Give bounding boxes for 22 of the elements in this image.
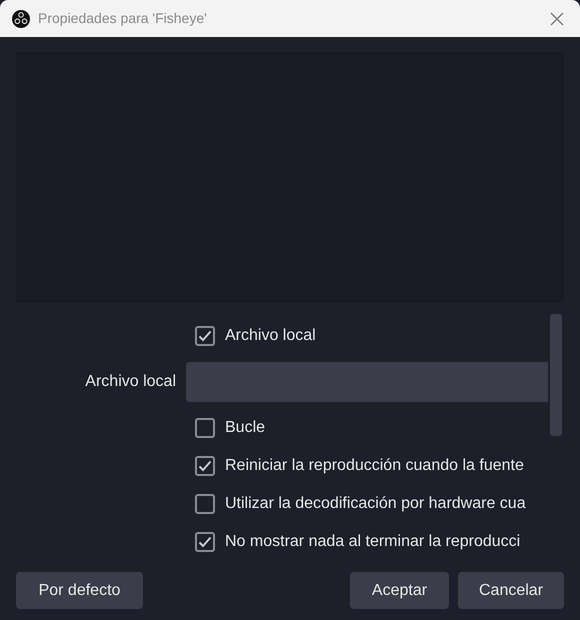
checkbox[interactable]	[195, 326, 215, 346]
checkmark-icon	[198, 536, 212, 548]
scrollbar-thumb[interactable]	[550, 314, 562, 436]
checkmark-icon	[198, 460, 212, 472]
cancel-button[interactable]: Cancelar	[458, 572, 564, 609]
checkbox[interactable]	[195, 494, 215, 514]
checkbox-label: Reiniciar la reproducción cuando la fuente	[225, 456, 524, 476]
defaults-button[interactable]: Por defecto	[16, 572, 143, 609]
app-logo-icon	[12, 10, 30, 28]
checkbox[interactable]	[195, 532, 215, 552]
close-icon[interactable]	[550, 12, 564, 26]
checkbox[interactable]	[195, 456, 215, 476]
field-label: Archivo local	[84, 372, 177, 392]
checkbox-label: Archivo local	[225, 326, 316, 346]
window-title: Propiedades para 'Fisheye'	[38, 9, 208, 28]
checkbox-label: No mostrar nada al terminar la reproducci	[225, 532, 520, 552]
ok-button[interactable]: Aceptar	[350, 572, 449, 609]
checkbox-label: Bucle	[225, 418, 266, 438]
checkmark-icon	[198, 330, 212, 342]
checkbox-label: Utilizar la decodificación por hardware cua	[225, 494, 526, 514]
file-path-field[interactable]	[186, 362, 548, 402]
checkbox[interactable]	[195, 418, 215, 438]
